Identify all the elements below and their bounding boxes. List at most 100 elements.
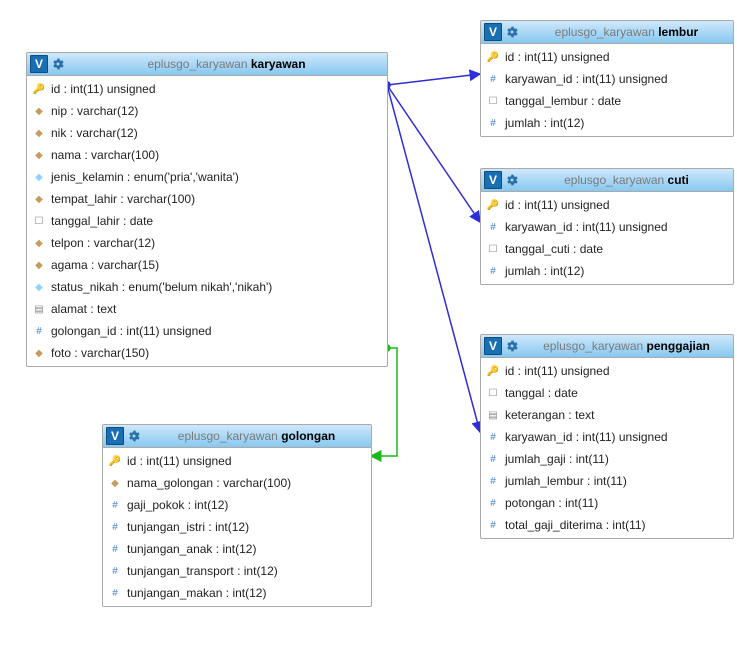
- table-column[interactable]: 🔑id : int(11) unsigned: [481, 194, 733, 216]
- table-column[interactable]: ◆nama_golongan : varchar(100): [103, 472, 371, 494]
- enum-icon: ◆: [33, 172, 45, 183]
- table-column[interactable]: ▤keterangan : text: [481, 404, 733, 426]
- table-name-label: lembur: [658, 25, 698, 39]
- table-column[interactable]: ☐tanggal_cuti : date: [481, 238, 733, 260]
- date-icon: ☐: [487, 388, 499, 399]
- table-columns: 🔑id : int(11) unsigned ☐ tanggal : date ▤ke…: [481, 358, 733, 538]
- table-column[interactable]: # jumlah : int(12): [481, 112, 733, 134]
- table-column[interactable]: #tunjangan_makan : int(12): [103, 582, 371, 604]
- gear-icon[interactable]: [505, 339, 519, 353]
- table-columns: 🔑id : int(11) unsigned#karyawan_id : int…: [481, 192, 733, 284]
- table-name-label: karyawan: [251, 57, 306, 71]
- table-column[interactable]: ◆ agama : varchar(15): [27, 254, 387, 276]
- column-label: tunjangan_anak : int(12): [127, 542, 256, 556]
- table-column[interactable]: #karyawan_id : int(11) unsigned: [481, 68, 733, 90]
- table-column[interactable]: 🔑id : int(11) unsigned: [27, 78, 387, 100]
- table-column[interactable]: ☐tanggal_lahir : date: [27, 210, 387, 232]
- table-karyawan[interactable]: Veplusgo_karyawan karyawan🔑id : int(11) …: [26, 52, 388, 367]
- table-name-label: golongan: [281, 429, 335, 443]
- table-column[interactable]: #tunjangan_transport : int(12): [103, 560, 371, 582]
- table-header[interactable]: Veplusgo_karyawan golongan: [103, 425, 371, 448]
- table-header[interactable]: Veplusgo_karyawan penggajian: [481, 335, 733, 358]
- table-column[interactable]: ☐tanggal_lembur : date: [481, 90, 733, 112]
- column-label: jumlah : int(12): [505, 264, 584, 278]
- table-column[interactable]: ◆nik : varchar(12): [27, 122, 387, 144]
- text-icon: ▤: [487, 410, 499, 421]
- table-column[interactable]: # golongan_id : int(11) unsigned: [27, 320, 387, 342]
- table-column[interactable]: ◆ status_nikah : enum('belum nikah','nika…: [27, 276, 387, 298]
- column-label: id : int(11) unsigned: [51, 82, 156, 96]
- table-menu-icon[interactable]: V: [484, 337, 502, 355]
- numeric-icon: #: [109, 522, 121, 533]
- schema-label: eplusgo_karyawan: [543, 339, 643, 353]
- gear-icon[interactable]: [127, 429, 141, 443]
- table-columns: 🔑id : int(11) unsigned◆nama_golongan : v…: [103, 448, 371, 606]
- table-title: eplusgo_karyawan penggajian: [523, 339, 730, 353]
- table-column[interactable]: #potongan : int(11): [481, 492, 733, 514]
- gear-icon[interactable]: [51, 57, 65, 71]
- rel-karyawan-penggajian: [387, 85, 480, 432]
- table-column[interactable]: ◆jenis_kelamin : enum('pria','wanita'): [27, 166, 387, 188]
- numeric-icon: #: [109, 544, 121, 555]
- table-column[interactable]: ◆tempat_lahir : varchar(100): [27, 188, 387, 210]
- column-label: potongan : int(11): [505, 496, 598, 510]
- numeric-icon: #: [487, 118, 499, 129]
- table-column[interactable]: #tunjangan_istri : int(12): [103, 516, 371, 538]
- enum-icon: ◆: [33, 282, 45, 293]
- table-column[interactable]: ▤alamat : text: [27, 298, 387, 320]
- table-lembur[interactable]: Veplusgo_karyawan lembur🔑id : int(11) un…: [480, 20, 734, 137]
- table-column[interactable]: 🔑id : int(11) unsigned: [103, 450, 371, 472]
- table-cuti[interactable]: Veplusgo_karyawan cuti🔑id : int(11) unsi…: [480, 168, 734, 285]
- table-column[interactable]: #total_gaji_diterima : int(11): [481, 514, 733, 536]
- table-title: eplusgo_karyawan karyawan: [69, 57, 384, 71]
- column-label: tanggal : date: [505, 386, 578, 400]
- schema-label: eplusgo_karyawan: [178, 429, 278, 443]
- gear-icon[interactable]: [505, 173, 519, 187]
- table-header[interactable]: Veplusgo_karyawan lembur: [481, 21, 733, 44]
- rel-karyawan-cuti: [387, 85, 480, 222]
- column-label: agama : varchar(15): [51, 258, 159, 272]
- table-column[interactable]: ◆nama : varchar(100): [27, 144, 387, 166]
- table-column[interactable]: ◆nip : varchar(12): [27, 100, 387, 122]
- table-column[interactable]: #gaji_pokok : int(12): [103, 494, 371, 516]
- table-menu-icon[interactable]: V: [484, 171, 502, 189]
- table-column[interactable]: 🔑id : int(11) unsigned: [481, 46, 733, 68]
- date-icon: ☐: [487, 244, 499, 255]
- table-menu-icon[interactable]: V: [106, 427, 124, 445]
- schema-label: eplusgo_karyawan: [147, 57, 247, 71]
- column-label: jumlah : int(12): [505, 116, 584, 130]
- column-label: telpon : varchar(12): [51, 236, 155, 250]
- table-menu-icon[interactable]: V: [30, 55, 48, 73]
- column-label: total_gaji_diterima : int(11): [505, 518, 646, 532]
- numeric-icon: #: [33, 326, 45, 337]
- table-column[interactable]: ◆ telpon : varchar(12): [27, 232, 387, 254]
- table-column[interactable]: 🔑id : int(11) unsigned: [481, 360, 733, 382]
- column-label: status_nikah : enum('belum nikah','nikah…: [51, 280, 272, 294]
- column-label: nama : varchar(100): [51, 148, 159, 162]
- table-column[interactable]: # tunjangan_anak : int(12): [103, 538, 371, 560]
- varchar-icon: ◆: [33, 128, 45, 139]
- table-title: eplusgo_karyawan lembur: [523, 25, 730, 39]
- column-label: golongan_id : int(11) unsigned: [51, 324, 212, 338]
- column-label: gaji_pokok : int(12): [127, 498, 228, 512]
- table-penggajian[interactable]: Veplusgo_karyawan penggajian🔑id : int(11…: [480, 334, 734, 539]
- table-column[interactable]: #jumlah_gaji : int(11): [481, 448, 733, 470]
- table-column[interactable]: #karyawan_id : int(11) unsigned: [481, 216, 733, 238]
- table-golongan[interactable]: Veplusgo_karyawan golongan🔑id : int(11) …: [102, 424, 372, 607]
- gear-icon[interactable]: [505, 25, 519, 39]
- table-header[interactable]: Veplusgo_karyawan karyawan: [27, 53, 387, 76]
- table-column[interactable]: ☐ tanggal : date: [481, 382, 733, 404]
- table-menu-icon[interactable]: V: [484, 23, 502, 41]
- column-label: tanggal_lembur : date: [505, 94, 621, 108]
- table-column[interactable]: #jumlah_lembur : int(11): [481, 470, 733, 492]
- column-label: tunjangan_makan : int(12): [127, 586, 266, 600]
- table-columns: 🔑id : int(11) unsigned◆nip : varchar(12)…: [27, 76, 387, 366]
- table-column[interactable]: #jumlah : int(12): [481, 260, 733, 282]
- date-icon: ☐: [33, 216, 45, 227]
- table-header[interactable]: Veplusgo_karyawan cuti: [481, 169, 733, 192]
- varchar-icon: ◆: [33, 238, 45, 249]
- column-label: nip : varchar(12): [51, 104, 138, 118]
- table-column[interactable]: #karyawan_id : int(11) unsigned: [481, 426, 733, 448]
- table-column[interactable]: ◆foto : varchar(150): [27, 342, 387, 364]
- varchar-icon: ◆: [33, 260, 45, 271]
